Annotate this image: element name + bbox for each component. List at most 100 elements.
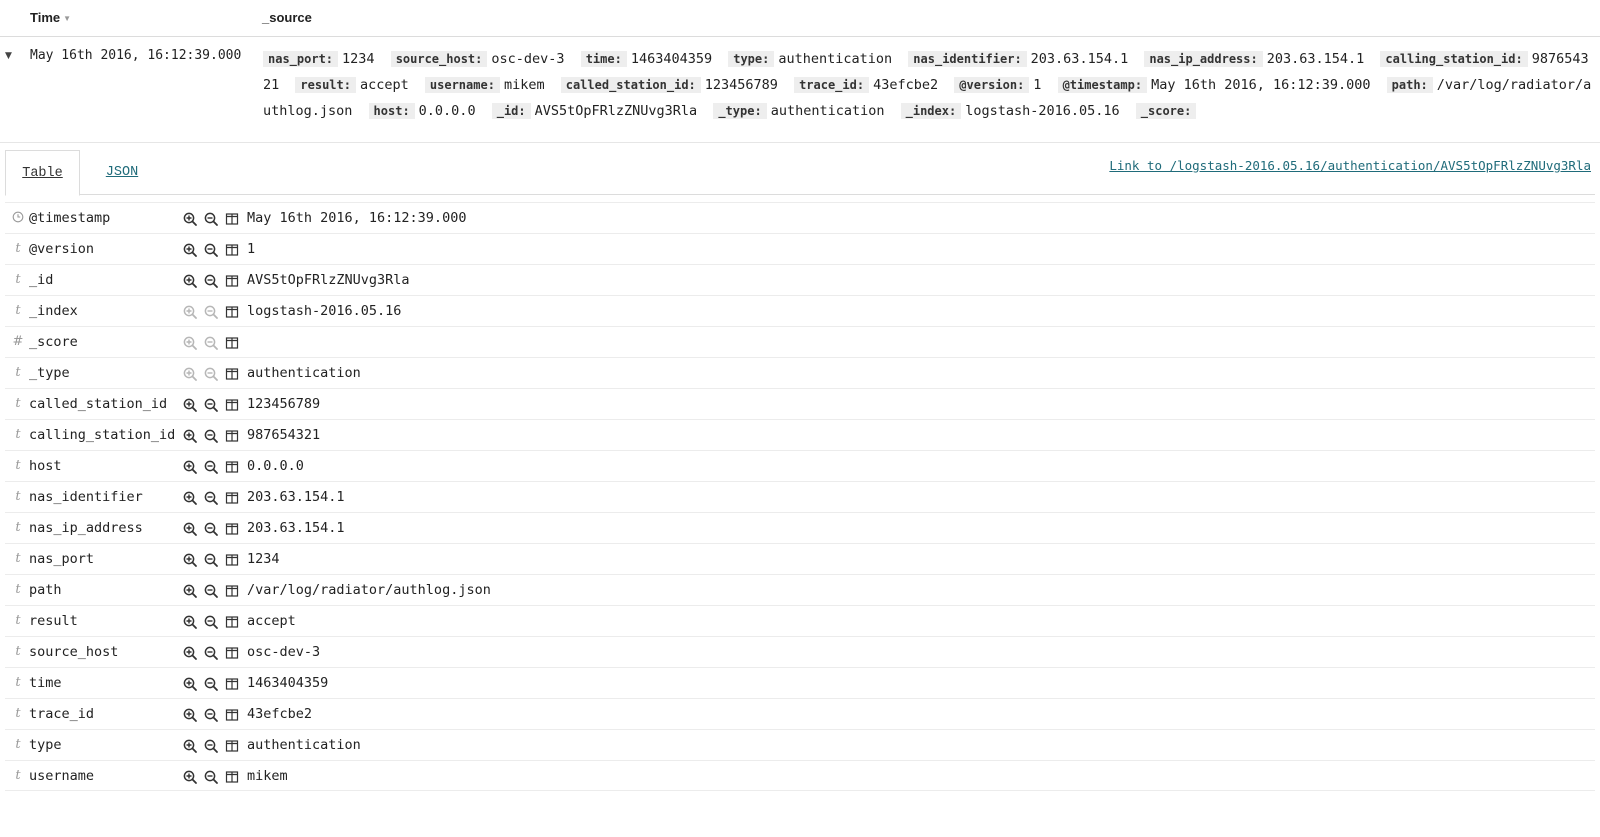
field-value: mikem xyxy=(247,768,288,784)
zoom-in-icon[interactable] xyxy=(182,614,198,630)
zoom-in-icon[interactable] xyxy=(182,335,198,351)
zoom-in-icon[interactable] xyxy=(182,490,198,506)
table-column-icon[interactable] xyxy=(224,676,240,692)
table-column-icon[interactable] xyxy=(224,242,240,258)
field-value: accept xyxy=(247,613,296,629)
table-column-icon[interactable] xyxy=(224,521,240,537)
zoom-out-icon[interactable] xyxy=(203,211,219,227)
zoom-in-icon[interactable] xyxy=(182,304,198,320)
zoom-out-icon[interactable] xyxy=(203,738,219,754)
summary-pair: nas_ip_address: 203.63.154.1 xyxy=(1144,51,1372,67)
field-name: _id xyxy=(29,272,54,288)
table-column-icon[interactable] xyxy=(224,366,240,382)
zoom-out-icon[interactable] xyxy=(203,521,219,537)
string-type-icon: t xyxy=(15,241,21,256)
zoom-out-icon[interactable] xyxy=(203,242,219,258)
zoom-out-icon[interactable] xyxy=(203,645,219,661)
table-column-icon[interactable] xyxy=(224,428,240,444)
table-column-icon[interactable] xyxy=(224,304,240,320)
table-column-icon[interactable] xyxy=(224,397,240,413)
zoom-out-icon[interactable] xyxy=(203,273,219,289)
zoom-out-icon[interactable] xyxy=(203,676,219,692)
zoom-in-icon[interactable] xyxy=(182,707,198,723)
zoom-in-icon[interactable] xyxy=(182,428,198,444)
string-type-icon: t xyxy=(15,365,21,380)
field-name: @timestamp xyxy=(29,210,111,226)
document-permalink[interactable]: Link to /logstash-2016.05.16/authenticat… xyxy=(1109,158,1591,173)
time-column-header[interactable]: Time ▼ xyxy=(30,10,71,25)
string-type-icon: t xyxy=(15,737,21,752)
table-column-icon[interactable] xyxy=(224,459,240,475)
zoom-out-icon[interactable] xyxy=(203,583,219,599)
summary-pair: _id: AVS5tOpFRlzZNUvg3Rla xyxy=(491,103,705,119)
summary-key: nas_port: xyxy=(263,51,339,67)
summary-pair: _type: authentication xyxy=(713,103,892,119)
detail-tabs: Table JSON Link to /logstash-2016.05.16/… xyxy=(5,150,1595,196)
zoom-out-icon[interactable] xyxy=(203,397,219,413)
table-column-icon[interactable] xyxy=(224,614,240,630)
zoom-out-icon[interactable] xyxy=(203,769,219,785)
zoom-in-icon[interactable] xyxy=(182,769,198,785)
zoom-in-icon[interactable] xyxy=(182,676,198,692)
table-column-icon[interactable] xyxy=(224,645,240,661)
zoom-in-icon[interactable] xyxy=(182,366,198,382)
sort-down-icon[interactable]: ▼ xyxy=(63,14,71,23)
document-row[interactable]: ▼ May 16th 2016, 16:12:39.000 nas_port: 1… xyxy=(0,37,1600,143)
zoom-out-icon[interactable] xyxy=(203,707,219,723)
string-type-icon: t xyxy=(15,458,21,473)
zoom-in-icon[interactable] xyxy=(182,552,198,568)
summary-key: time: xyxy=(580,51,627,67)
table-row: t trace_id 43efcbe2 xyxy=(5,698,1595,729)
table-column-icon[interactable] xyxy=(224,273,240,289)
zoom-out-icon[interactable] xyxy=(203,304,219,320)
field-value: 1 xyxy=(247,241,256,257)
field-name: _type xyxy=(29,365,70,381)
zoom-out-icon[interactable] xyxy=(203,459,219,475)
zoom-in-icon[interactable] xyxy=(182,738,198,754)
summary-pair: time: 1463404359 xyxy=(580,51,720,67)
zoom-in-icon[interactable] xyxy=(182,521,198,537)
chevron-down-icon[interactable]: ▼ xyxy=(5,51,12,61)
summary-pair: _index: logstash-2016.05.16 xyxy=(900,103,1128,119)
table-column-icon[interactable] xyxy=(224,490,240,506)
field-name: nas_ip_address xyxy=(29,520,143,536)
zoom-out-icon[interactable] xyxy=(203,366,219,382)
summary-key: result: xyxy=(295,77,356,93)
summary-value: 1463404359 xyxy=(630,51,713,67)
table-column-icon[interactable] xyxy=(224,583,240,599)
table-column-icon[interactable] xyxy=(224,211,240,227)
table-column-icon[interactable] xyxy=(224,769,240,785)
zoom-out-icon[interactable] xyxy=(203,490,219,506)
table-column-icon[interactable] xyxy=(224,738,240,754)
table-column-icon[interactable] xyxy=(224,552,240,568)
zoom-in-icon[interactable] xyxy=(182,273,198,289)
summary-key: source_host: xyxy=(390,51,488,67)
tab-table[interactable]: Table xyxy=(5,150,80,196)
field-name: nas_port xyxy=(29,551,95,567)
string-type-icon: t xyxy=(15,706,21,721)
field-name: path xyxy=(29,582,62,598)
summary-pair: nas_port: 1234 xyxy=(263,51,383,67)
table-column-icon[interactable] xyxy=(224,707,240,723)
summary-pair: _score: xyxy=(1135,103,1209,119)
zoom-in-icon[interactable] xyxy=(182,583,198,599)
zoom-out-icon[interactable] xyxy=(203,335,219,351)
summary-value: 1 xyxy=(1033,77,1042,93)
table-row: t nas_port 1234 xyxy=(5,543,1595,574)
zoom-in-icon[interactable] xyxy=(182,645,198,661)
zoom-out-icon[interactable] xyxy=(203,614,219,630)
zoom-in-icon[interactable] xyxy=(182,242,198,258)
tab-json[interactable]: JSON xyxy=(87,150,157,194)
zoom-in-icon[interactable] xyxy=(182,397,198,413)
summary-value: authentication xyxy=(778,51,893,67)
summary-pair: username: mikem xyxy=(424,77,553,93)
summary-key: path: xyxy=(1386,77,1433,93)
string-type-icon: t xyxy=(15,675,21,690)
zoom-out-icon[interactable] xyxy=(203,552,219,568)
table-column-icon[interactable] xyxy=(224,335,240,351)
zoom-in-icon[interactable] xyxy=(182,459,198,475)
summary-pair: host: 0.0.0.0 xyxy=(368,103,484,119)
zoom-out-icon[interactable] xyxy=(203,428,219,444)
zoom-in-icon[interactable] xyxy=(182,211,198,227)
document-timestamp: May 16th 2016, 16:12:39.000 xyxy=(30,48,242,63)
